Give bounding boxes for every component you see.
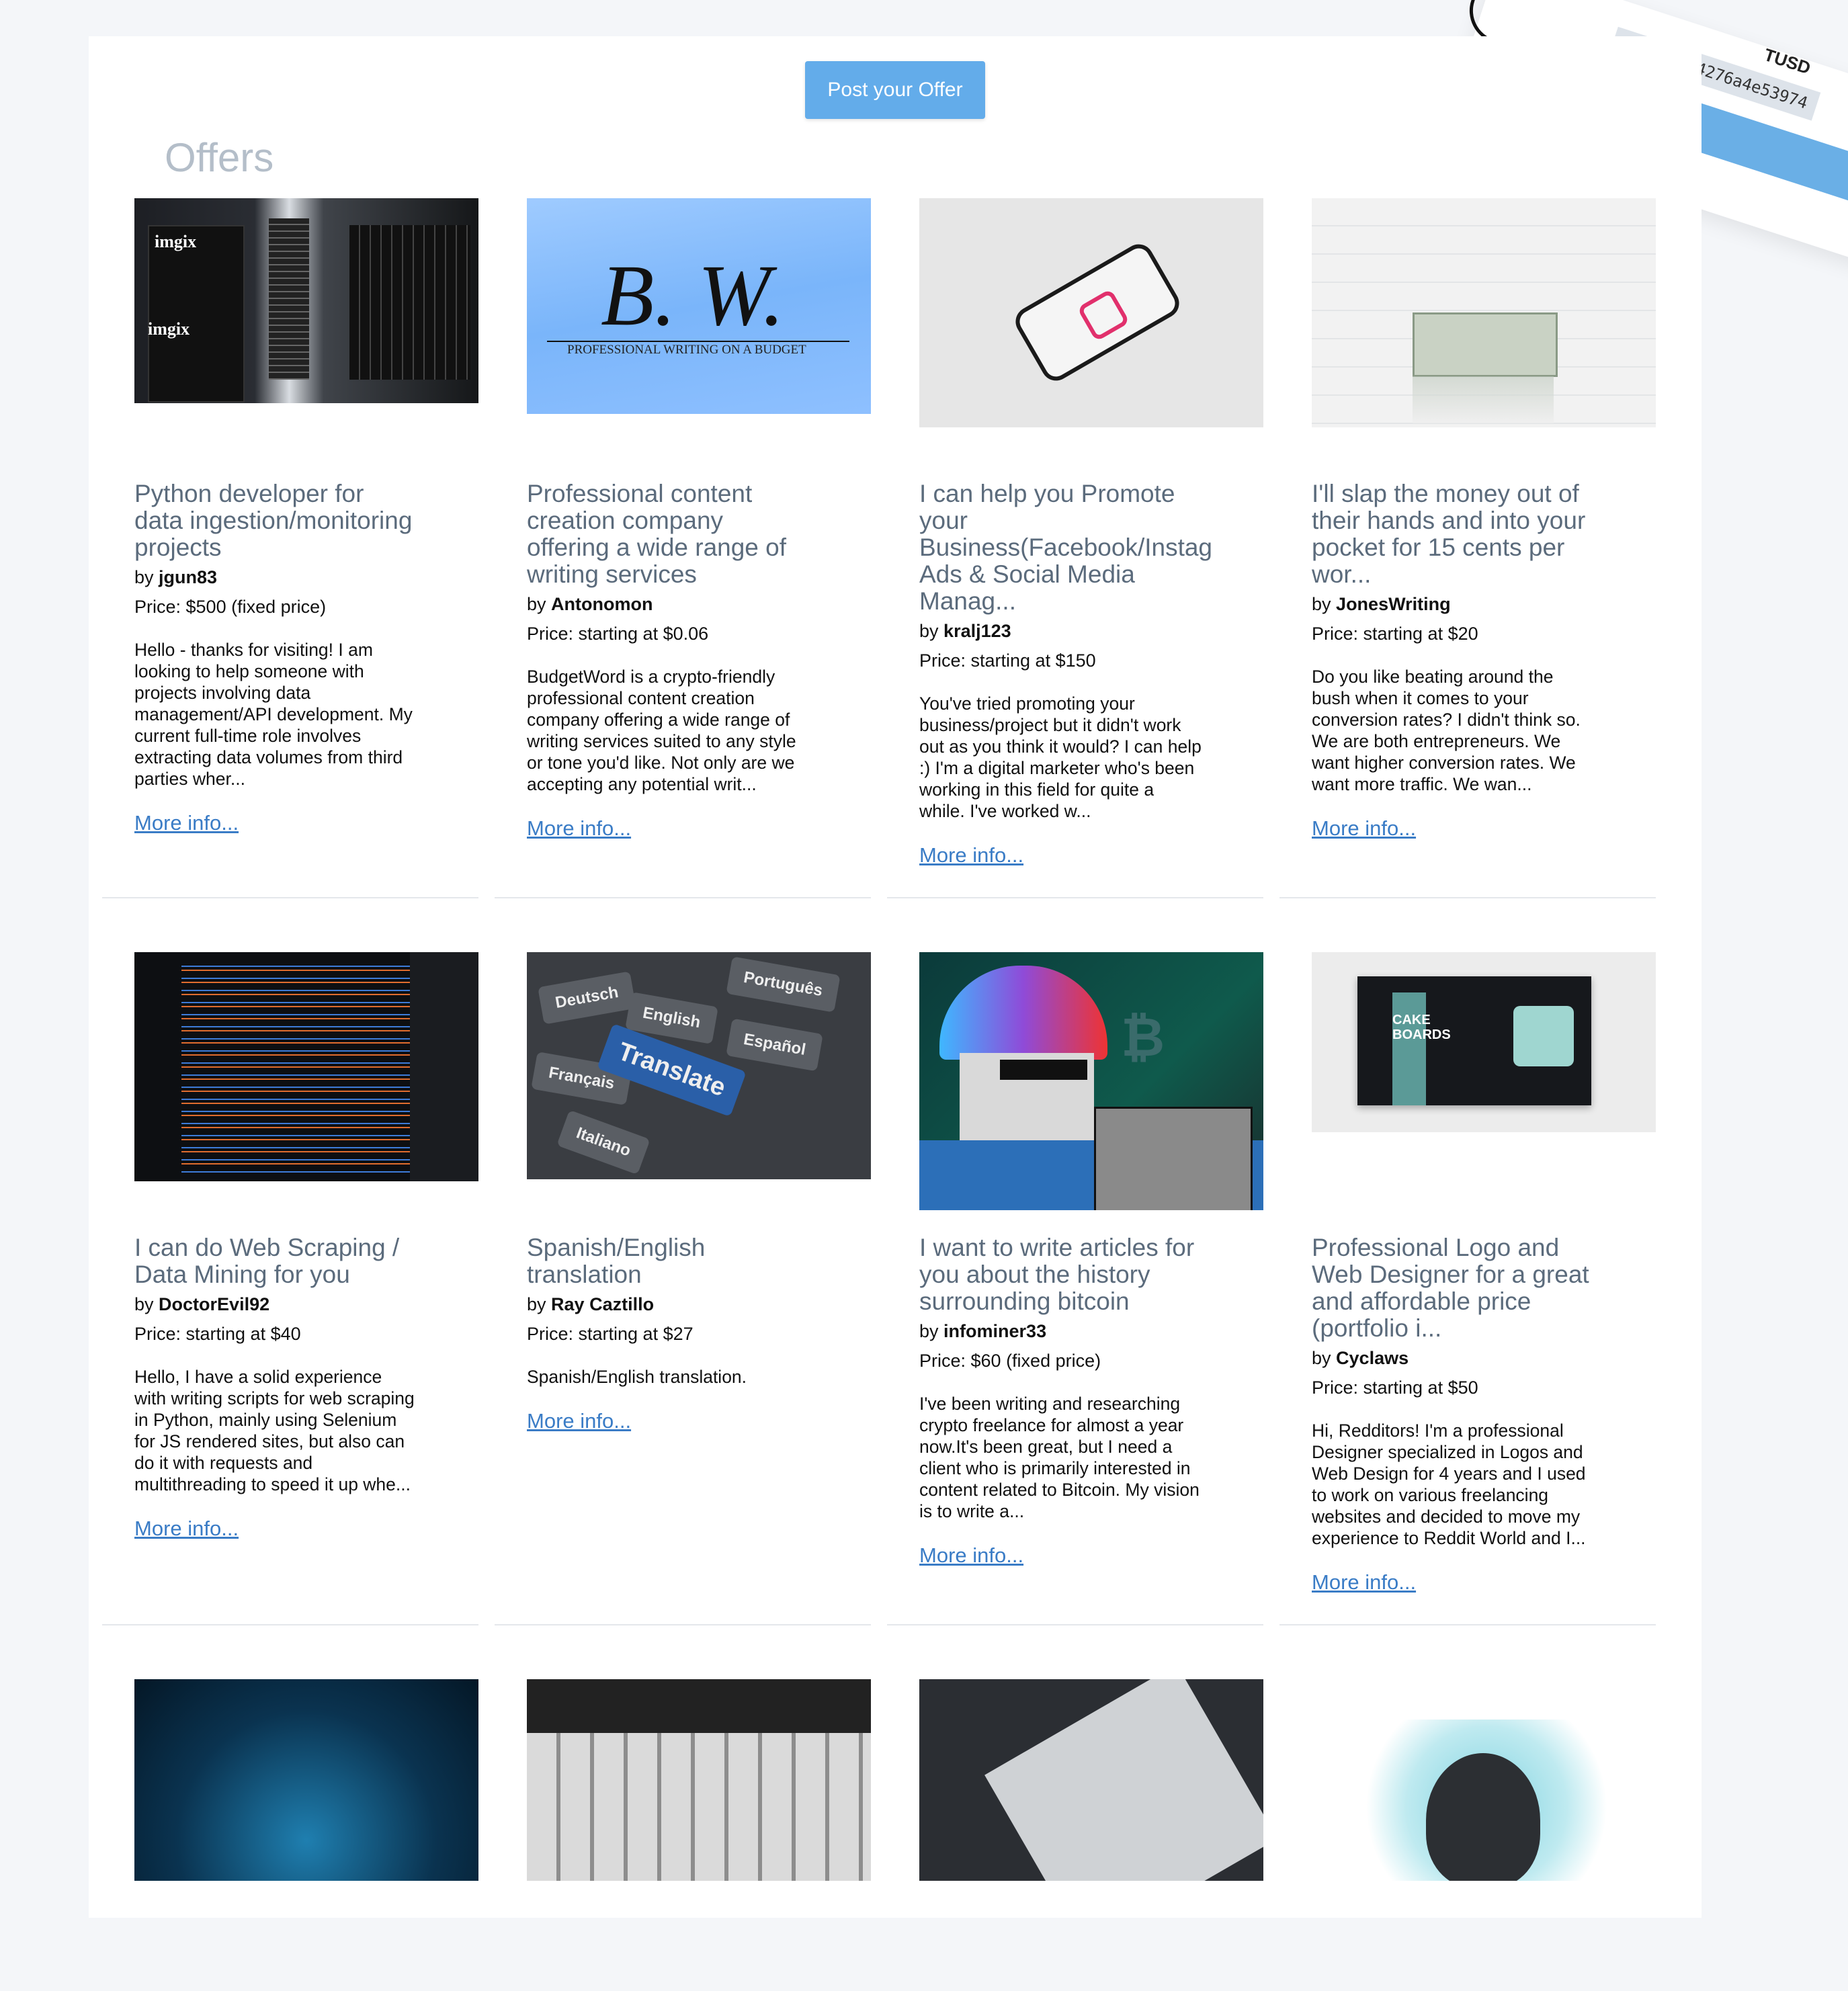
offer-description: Spanish/English translation. [527,1367,747,1387]
offer-card: I'll slap the money out of their hands a… [1279,198,1656,898]
offer-image-cake-boards-website[interactable]: CAKE BOARDS [1312,952,1656,1132]
offer-card [1279,1679,1656,1991]
offer-title[interactable]: I want to write articles for you about t… [919,1234,1202,1315]
more-info-link[interactable]: More info... [527,1409,631,1433]
offer-card: B. W. PROFESSIONAL WRITING ON A BUDGET Pr… [495,198,871,898]
offer-card: Deutsch English Português Español Français Tr… [495,952,871,1625]
offer-card: CAKE BOARDS Professional Logo and Web De… [1279,952,1656,1625]
offer-image-translate-keyboard[interactable]: Deutsch English Português Español Français Tr… [527,952,871,1179]
offer-title[interactable]: Professional content creation company of… [527,480,809,588]
offer-title[interactable]: I'll slap the money out of their hands a… [1312,480,1594,588]
offer-title[interactable]: Professional Logo and Web Designer for a… [1312,1234,1594,1342]
offer-image-laptop-code[interactable] [919,1679,1263,1881]
offers-grid: imgix imgix Python developer for data ing… [102,198,1704,1991]
author-name[interactable]: kralj123 [943,621,1011,641]
offer-title[interactable]: Python developer for data ingestion/moni… [134,480,417,561]
offer-card: imgix imgix Python developer for data ing… [102,198,478,898]
more-info-link[interactable]: More info... [919,843,1023,867]
author-name[interactable]: Cyclaws [1336,1348,1409,1368]
offer-price: Price: starting at $0.06 [527,624,709,644]
more-info-link[interactable]: More info... [919,1543,1023,1568]
offer-image-server-racks[interactable]: imgix imgix [134,198,478,403]
offer-author: by kralj123 [919,621,1011,641]
offer-price: Price: starting at $20 [1312,624,1478,644]
offer-card [495,1679,871,1991]
author-name[interactable]: Ray Caztillo [551,1294,654,1314]
offer-price: Price: starting at $150 [919,650,1096,671]
offer-price: Price: starting at $27 [527,1324,694,1344]
offer-description: You've tried promoting your business/pro… [919,693,1202,821]
offer-author: by Antonomon [527,594,653,614]
offer-price: Price: $500 (fixed price) [134,597,327,617]
more-info-link[interactable]: More info... [1312,816,1416,841]
offer-image-water-splash[interactable] [134,1679,478,1881]
author-name[interactable]: infominer33 [943,1321,1046,1341]
offer-description: Do you like beating around the bush when… [1312,667,1581,794]
offer-description: Hello - thanks for visiting! I am lookin… [134,640,413,789]
offer-title[interactable]: I can do Web Scraping / Data Mining for … [134,1234,417,1288]
offer-image-phone-instagram[interactable] [919,198,1263,427]
offer-author: by infominer33 [919,1321,1047,1341]
author-name[interactable]: Antonomon [551,594,653,614]
offer-description: Hi, Redditors! I'm a professional Design… [1312,1421,1586,1548]
offer-image-dog-watercolor[interactable] [1312,1679,1656,1881]
more-info-link[interactable]: More info... [134,811,239,835]
offer-author: by Cyclaws [1312,1348,1409,1368]
offer-description: I've been writing and researching crypto… [919,1394,1200,1521]
offer-description: Hello, I have a solid experience with wr… [134,1367,415,1494]
more-info-link[interactable]: More info... [1312,1570,1416,1595]
author-name[interactable]: jgun83 [159,567,217,587]
author-name[interactable]: DoctorEvil92 [159,1294,269,1314]
offer-description: BudgetWord is a crypto-friendly professi… [527,667,796,794]
offer-image-pixel-art-bitcoin[interactable]: ₿ [919,952,1263,1210]
offer-price: Price: $60 (fixed price) [919,1351,1101,1371]
post-offer-button[interactable]: Post your Offer [805,61,985,119]
offer-card: ₿ I want to write articles for you about … [887,952,1263,1625]
offer-author: by Ray Caztillo [527,1294,655,1314]
offer-price: Price: starting at $40 [134,1324,301,1344]
more-info-link[interactable]: More info... [134,1517,239,1541]
offer-card [102,1679,478,1991]
offer-title[interactable]: Spanish/English translation [527,1234,809,1288]
offer-author: by jgun83 [134,567,218,587]
offer-image-budgetword-logo[interactable]: B. W. PROFESSIONAL WRITING ON A BUDGET [527,198,871,414]
offer-card: I can do Web Scraping / Data Mining for … [102,952,478,1625]
page-title: Offers [165,135,274,180]
more-info-link[interactable]: More info... [527,816,631,841]
offer-price: Price: starting at $50 [1312,1378,1478,1398]
offer-author: by DoctorEvil92 [134,1294,270,1314]
offer-image-code-editor[interactable] [134,952,478,1181]
offer-image-dollar-bill[interactable] [1312,198,1656,427]
offer-card [887,1679,1263,1991]
offer-title[interactable]: I can help you Promote your Business(Fac… [919,480,1212,615]
author-name[interactable]: JonesWriting [1336,594,1451,614]
currency-label: TUSD [1761,44,1813,79]
offer-image-keyboard[interactable] [527,1679,871,1881]
offer-author: by JonesWriting [1312,594,1451,614]
offer-card: I can help you Promote your Business(Fac… [887,198,1263,898]
offers-page: Post your Offer Offers imgix imgix Python… [89,36,1702,1918]
